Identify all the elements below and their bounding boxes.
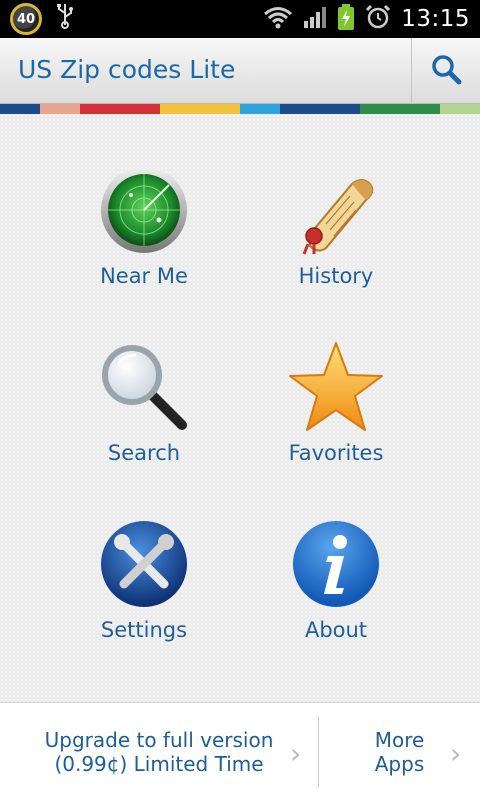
chevron-right-icon: ›: [450, 737, 462, 770]
radar-icon: [96, 162, 192, 258]
clock-time: 13:15: [401, 6, 470, 32]
stripe-segment: [120, 104, 160, 114]
menu-item-label: Search: [107, 441, 181, 465]
stripe-segment: [40, 104, 80, 114]
battery-charging-icon: [337, 3, 355, 35]
bottom-bar: Upgrade to full version (0.99¢) Limited …: [0, 702, 480, 800]
alarm-clock-icon: [365, 4, 391, 34]
menu-item-search[interactable]: Search: [49, 339, 239, 499]
stripe-segment: [160, 104, 200, 114]
wifi-icon: [263, 5, 293, 33]
color-stripe: [0, 104, 480, 114]
tools-icon: [96, 516, 192, 612]
info-icon: [288, 516, 384, 612]
stripe-segment: [400, 104, 440, 114]
menu-item-favorites[interactable]: Favorites: [241, 339, 431, 499]
magnifier-icon: [96, 339, 192, 435]
status-bar: 40 13:15: [0, 0, 480, 38]
stripe-segment: [240, 104, 280, 114]
stripe-segment: [80, 104, 120, 114]
signal-icon: [303, 5, 327, 33]
menu-item-label: Near Me: [100, 264, 188, 288]
menu-item-near-me[interactable]: Near Me: [49, 162, 239, 322]
usb-icon: [56, 3, 74, 35]
stripe-segment: [0, 104, 40, 114]
menu-item-history[interactable]: History: [241, 162, 431, 322]
menu-item-label: History: [298, 264, 374, 288]
star-icon: [288, 339, 384, 435]
stripe-segment: [200, 104, 240, 114]
notification-badge-icon: 40: [10, 3, 42, 35]
search-icon: [430, 53, 462, 89]
more-apps-line-2: Apps: [374, 752, 425, 776]
action-bar: US Zip codes Lite: [0, 38, 480, 104]
more-apps-line-1: More: [374, 728, 425, 752]
upgrade-line-2: (0.99¢) Limited Time: [54, 752, 264, 776]
search-button[interactable]: [411, 38, 480, 104]
stripe-segment: [280, 104, 320, 114]
stripe-segment: [320, 104, 360, 114]
stripe-segment: [440, 104, 480, 114]
scroll-icon: [288, 162, 384, 258]
menu-item-about[interactable]: About: [241, 516, 431, 676]
menu-item-label: Favorites: [288, 441, 384, 465]
stripe-segment: [360, 104, 400, 114]
app-title: US Zip codes Lite: [18, 55, 236, 84]
upgrade-button[interactable]: Upgrade to full version (0.99¢) Limited …: [0, 703, 318, 800]
upgrade-line-1: Upgrade to full version: [44, 728, 274, 752]
menu-item-label: About: [304, 618, 368, 642]
menu-item-label: Settings: [100, 618, 188, 642]
chevron-right-icon: ›: [290, 737, 302, 770]
more-apps-button[interactable]: More Apps ›: [319, 703, 480, 800]
main-menu: Near Me History Search Favorites Setting…: [0, 114, 480, 702]
badge-count: 40: [16, 11, 36, 27]
menu-item-settings[interactable]: Settings: [49, 516, 239, 676]
